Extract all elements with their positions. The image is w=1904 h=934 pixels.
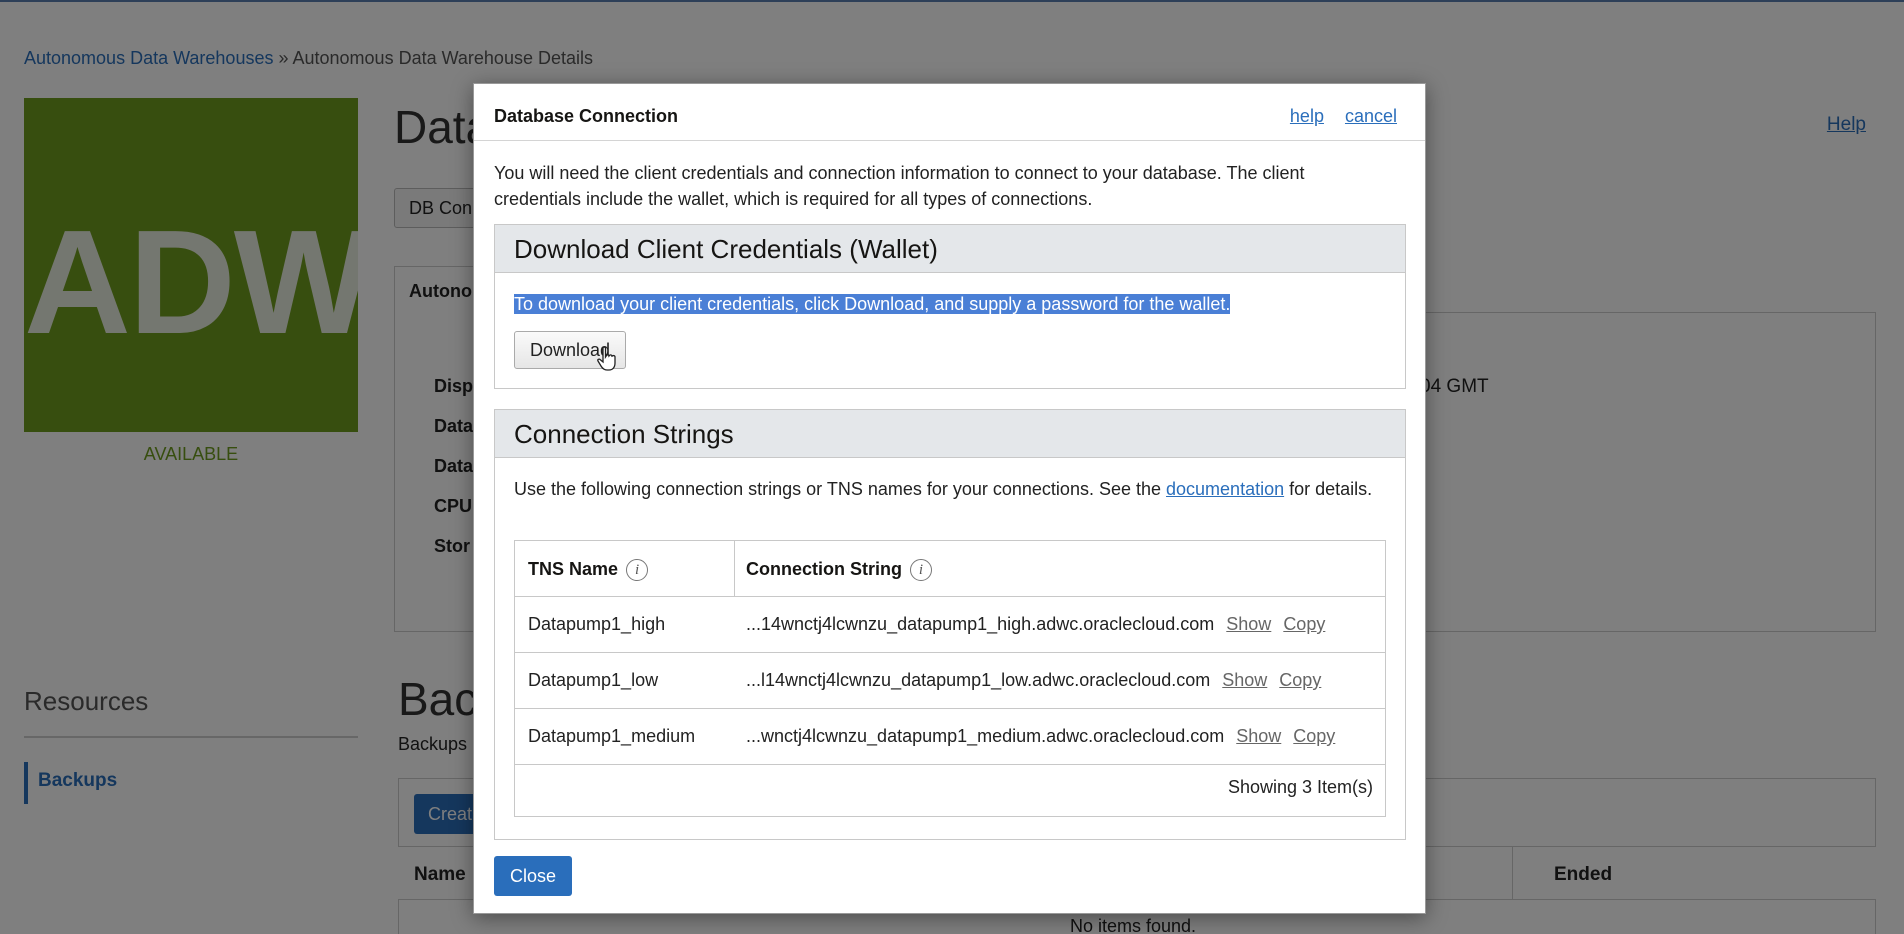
column-header-tns-name: TNS Name i <box>528 541 649 597</box>
connection-strings-heading: Connection Strings <box>495 410 1405 458</box>
show-link[interactable]: Show <box>1236 726 1281 746</box>
connection-string-value: ...14wnctj4lcwnzu_datapump1_high.adwc.or… <box>746 614 1215 634</box>
wallet-section: Download Client Credentials (Wallet) To … <box>494 224 1406 389</box>
wallet-instructions-selected: To download your client credentials, cli… <box>514 294 1231 314</box>
copy-link[interactable]: Copy <box>1279 670 1321 690</box>
connection-strings-description: Use the following connection strings or … <box>514 476 1374 502</box>
connection-strings-table: TNS Name i Connection String i Datapump1_h… <box>514 540 1386 817</box>
copy-link[interactable]: Copy <box>1283 614 1325 634</box>
dialog-help-link[interactable]: help <box>1290 106 1324 126</box>
wallet-section-heading: Download Client Credentials (Wallet) <box>495 225 1405 273</box>
connection-string-value: ...l14wnctj4lcwnzu_datapump1_low.adwc.or… <box>746 670 1211 690</box>
connection-string-cell: ...14wnctj4lcwnzu_datapump1_high.adwc.or… <box>746 597 1325 651</box>
database-connection-dialog: Database Connection help cancel You will… <box>473 83 1426 914</box>
column-divider <box>734 541 735 597</box>
copy-link[interactable]: Copy <box>1293 726 1335 746</box>
dialog-header-links: help cancel <box>1274 106 1397 127</box>
table-row: Datapump1_medium ...wnctj4lcwnzu_datapum… <box>515 709 1385 765</box>
info-icon[interactable]: i <box>626 559 649 582</box>
hand-cursor-icon <box>597 346 616 371</box>
tns-name-cell: Datapump1_low <box>528 670 659 690</box>
table-item-count: Showing 3 Item(s) <box>1227 777 1373 797</box>
close-button[interactable]: Close <box>494 856 572 896</box>
table-header-row: TNS Name i Connection String i <box>515 541 1385 597</box>
dialog-header: Database Connection help cancel <box>474 84 1425 141</box>
tns-name-cell: Datapump1_high <box>528 614 666 634</box>
tns-name-cell: Datapump1_medium <box>528 726 696 746</box>
dialog-title: Database Connection <box>494 106 679 126</box>
description-text: Use the following connection strings or … <box>514 479 1167 499</box>
dialog-intro-text: You will need the client credentials and… <box>494 163 1305 209</box>
connection-string-cell: ...wnctj4lcwnzu_datapump1_medium.adwc.or… <box>746 709 1335 763</box>
description-text-end: for details. <box>1284 479 1373 499</box>
show-link[interactable]: Show <box>1222 670 1267 690</box>
connection-string-cell: ...l14wnctj4lcwnzu_datapump1_low.adwc.or… <box>746 653 1321 707</box>
show-link[interactable]: Show <box>1226 614 1271 634</box>
connection-string-value: ...wnctj4lcwnzu_datapump1_medium.adwc.or… <box>746 726 1225 746</box>
column-header-tns-label: TNS Name <box>528 559 619 579</box>
documentation-link[interactable]: documentation <box>1166 479 1284 499</box>
wallet-instructions: To download your client credentials, cli… <box>514 293 1231 315</box>
info-icon[interactable]: i <box>910 559 932 582</box>
connection-strings-section: Connection Strings Use the following con… <box>494 409 1406 840</box>
column-header-connection-string: Connection String i <box>746 541 932 597</box>
table-row: Datapump1_high ...14wnctj4lcwnzu_datapum… <box>515 597 1385 653</box>
column-header-conn-label: Connection String <box>746 559 902 579</box>
table-row: Datapump1_low ...l14wnctj4lcwnzu_datapum… <box>515 653 1385 709</box>
dialog-cancel-link[interactable]: cancel <box>1345 106 1397 126</box>
